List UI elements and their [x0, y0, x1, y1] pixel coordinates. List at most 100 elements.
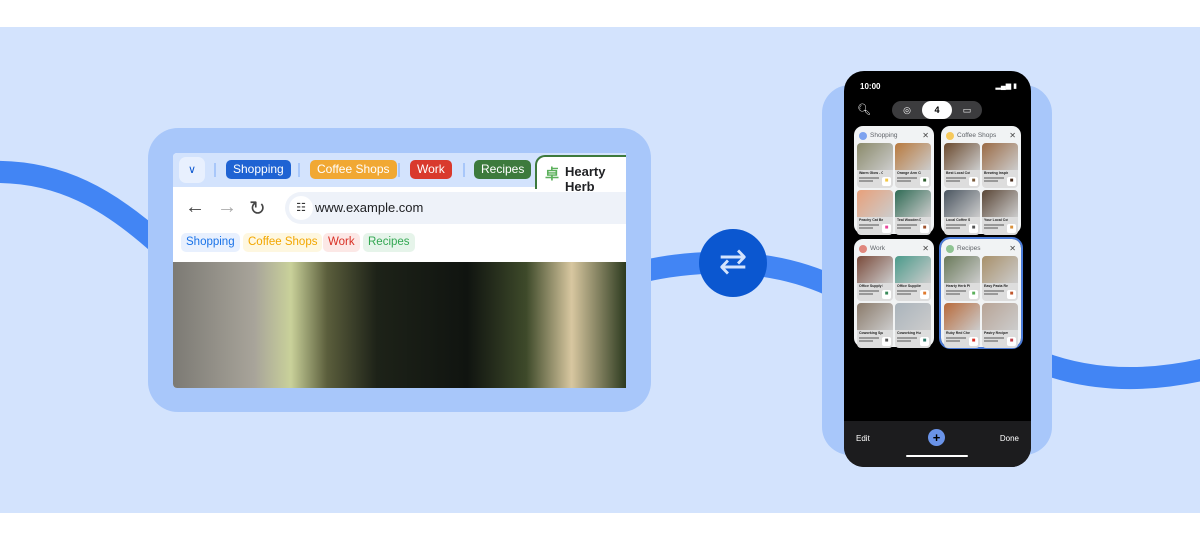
bookmark-coffee-shops[interactable]: Coffee Shops [243, 233, 323, 252]
divider [214, 163, 216, 177]
tab-title: Orange Arm Chair [897, 171, 921, 175]
favicon-icon: ■ [969, 224, 978, 233]
tab-thumbnail [982, 190, 1018, 217]
tab-thumbnail [857, 256, 893, 283]
tab-thumbnail [982, 256, 1018, 283]
group-header: Work ✕ [857, 242, 931, 256]
forward-icon[interactable]: → [217, 196, 237, 219]
search-icon[interactable]: 🔍︎ [857, 103, 871, 116]
favicon-icon: ■ [882, 290, 891, 299]
tab-group-recipes[interactable]: Recipes [474, 160, 532, 179]
tab-tile[interactable]: Warm Glow - Chair ■ [857, 143, 893, 188]
tab-title: Office Supply Depot [859, 284, 883, 288]
tab-tile[interactable]: Office Supply Depot ■ [857, 256, 893, 301]
tab-tile[interactable]: Teal Wooden Dresser ■ [895, 190, 931, 235]
tab-thumbnail [944, 143, 980, 170]
back-icon[interactable]: ← [185, 196, 205, 219]
close-icon[interactable]: ✕ [1009, 129, 1016, 143]
close-icon[interactable]: ✕ [1009, 242, 1016, 256]
page-content-image [173, 262, 626, 388]
tab-tile[interactable]: Coworking Spaces ■ [857, 303, 893, 348]
tab-thumbnail [944, 190, 980, 217]
tab-group-coffee-shops[interactable]: Coffee Shops [310, 160, 397, 179]
group-name: Work [870, 245, 886, 252]
tab-tile[interactable]: Peachy Cat Bed ■ [857, 190, 893, 235]
done-button[interactable]: Done [1000, 434, 1019, 443]
favicon-icon: ■ [969, 337, 978, 346]
tab-thumbnail [944, 256, 980, 283]
group-name: Shopping [870, 132, 898, 139]
tab-search-button[interactable]: ∨ [179, 157, 205, 183]
tab-tile[interactable]: Easy Pasta Recipes ■ [982, 256, 1018, 301]
bookmark-work[interactable]: Work [323, 233, 360, 252]
tab-thumbnail [895, 143, 931, 170]
toolbar: ← → ↻ ☷ www.example.com [173, 187, 626, 229]
tab-title: Coworking Hubs [897, 331, 921, 335]
close-icon[interactable]: ✕ [922, 129, 929, 143]
address-bar[interactable]: ☷ www.example.com [285, 192, 626, 224]
devices-icon[interactable]: ▭ [952, 101, 982, 119]
tab-thumbnail [982, 303, 1018, 330]
tab-tile[interactable]: Brewing Inspiration ■ [982, 143, 1018, 188]
tab-group-card[interactable]: Shopping✕Warm Glow - Chair■Orange Arm Ch… [854, 126, 934, 235]
group-color-dot [946, 132, 954, 140]
tab-tile[interactable]: Local Coffee Shops ■ [944, 190, 980, 235]
edit-button[interactable]: Edit [856, 434, 870, 443]
url-text: www.example.com [315, 200, 424, 215]
tab-tile[interactable]: Ruby Red Cherry Pie ■ [944, 303, 980, 348]
group-header: Recipes ✕ [944, 242, 1018, 256]
tab-thumbnail [857, 303, 893, 330]
tab-title: Warm Glow - Chair [859, 171, 883, 175]
group-color-dot [859, 245, 867, 253]
tab-group-card[interactable]: Work✕Office Supply Depot■Office Supplies… [854, 239, 934, 348]
new-tab-button[interactable]: + [928, 429, 945, 446]
tab-tile[interactable]: Pastry Recipes ■ [982, 303, 1018, 348]
tab-group-card[interactable]: Coffee Shops✕Best Local Coffee Shops■Bre… [941, 126, 1021, 235]
tab-tile[interactable]: Best Local Coffee Shops ■ [944, 143, 980, 188]
tab-title: Your Local Coffee Shop [984, 218, 1008, 222]
tab-tile[interactable]: Orange Arm Chair ■ [895, 143, 931, 188]
reload-icon[interactable]: ↻ [249, 196, 266, 221]
tab-group-card[interactable]: Recipes✕Hearty Herb Pie■Easy Pasta Recip… [939, 237, 1023, 349]
tab-tile[interactable]: Your Local Coffee Shop ■ [982, 190, 1018, 235]
tab-tile[interactable]: Hearty Herb Pie ■ [944, 256, 980, 301]
tab-thumbnail [982, 143, 1018, 170]
divider [298, 163, 300, 177]
favicon-icon: ■ [1007, 177, 1016, 186]
tab-title: Peachy Cat Bed [859, 218, 883, 222]
tab-title: Brewing Inspiration [984, 171, 1008, 175]
incognito-icon[interactable]: ◎ [892, 101, 922, 119]
favicon-icon: ■ [969, 177, 978, 186]
bottom-bar: Edit + Done [844, 421, 1031, 467]
active-tab[interactable]: 卓 Hearty Herb [535, 155, 626, 194]
tab-title: Coworking Spaces [859, 331, 883, 335]
bookmark-recipes[interactable]: Recipes [363, 233, 415, 252]
favicon-icon: ■ [1007, 290, 1016, 299]
group-color-dot [859, 132, 867, 140]
tab-thumbnail [895, 303, 931, 330]
tab-title: Ruby Red Cherry Pie [946, 331, 970, 335]
close-icon[interactable]: ✕ [922, 242, 929, 256]
tab-title: Teal Wooden Dresser [897, 218, 921, 222]
tab-title: Hearty Herb Pie [946, 284, 970, 288]
favicon-icon: ■ [920, 290, 929, 299]
phone: 10:00 ▂▄▆ ▮ 🔍︎ ◎ 4 ▭ Shopping ✕ Warm Glow … [844, 71, 1031, 467]
tab-title: Easy Pasta Recipes [984, 284, 1008, 288]
home-indicator [906, 455, 968, 457]
bookmark-shopping[interactable]: Shopping [181, 233, 240, 252]
tab-group-shopping[interactable]: Shopping [226, 160, 291, 179]
site-settings-icon[interactable]: ☷ [289, 196, 313, 220]
group-header: Coffee Shops ✕ [944, 129, 1018, 143]
tab-strip: ∨ Shopping Coffee Shops Work Recipes 卓 H… [173, 153, 626, 194]
swap-arrows-icon: ⇄ [699, 229, 767, 297]
tab-count-button[interactable]: 4 [922, 101, 952, 119]
favicon-icon: ■ [1007, 337, 1016, 346]
status-icons: ▂▄▆ ▮ [995, 83, 1017, 90]
tab-thumbnail [857, 143, 893, 170]
group-name: Recipes [957, 245, 981, 252]
tab-tile[interactable]: Coworking Hubs ■ [895, 303, 931, 348]
favicon-icon: ■ [1007, 224, 1016, 233]
tab-tile[interactable]: Office Supplies ■ [895, 256, 931, 301]
tab-thumbnail [944, 303, 980, 330]
tab-group-work[interactable]: Work [410, 160, 452, 179]
